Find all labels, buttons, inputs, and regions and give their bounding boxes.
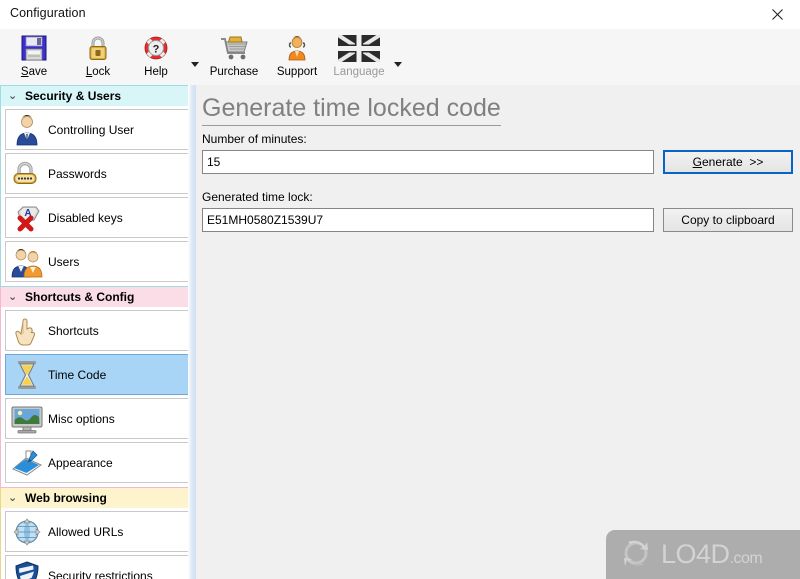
sidebar-item-label: Passwords: [48, 166, 107, 181]
sidebar-item-label: Misc options: [48, 411, 115, 426]
users-group-icon: [6, 244, 48, 280]
window-title: Configuration: [10, 6, 86, 20]
chevron-double-down-icon: ⌄: [8, 90, 18, 102]
sidebar-item-appearance[interactable]: Appearance: [5, 442, 191, 483]
sidebar-item-label: Users: [48, 254, 80, 269]
toolbar-button-lock[interactable]: Lock: [66, 31, 130, 83]
union-jack-flag-icon: [338, 32, 380, 64]
toolbar-button-language[interactable]: Language: [328, 31, 390, 83]
padlock-icon: [83, 32, 113, 64]
sidebar: ⌄ Security & Users Controlling User Pass…: [0, 85, 196, 579]
sidebar-group-web-browsing: ⌄ Web browsing Allowed URLs Security res…: [0, 488, 196, 579]
chevron-down-icon: [191, 61, 199, 67]
toolbar-button-help[interactable]: ? Help: [124, 31, 188, 83]
toolbar-label-help: Help: [144, 66, 168, 78]
sidebar-group-shortcuts-config: ⌄ Shortcuts & Config Shortcuts Time Code…: [0, 287, 196, 488]
globe-icon: [6, 514, 48, 550]
paint-book-icon: [6, 445, 48, 481]
shopping-cart-icon: [217, 32, 251, 64]
sidebar-item-allowed-urls[interactable]: Allowed URLs: [5, 511, 191, 552]
hourglass-icon: [6, 357, 48, 393]
generate-button-label: Generate >>: [692, 155, 764, 169]
sidebar-item-misc-options[interactable]: Misc options: [5, 398, 191, 439]
sidebar-item-label: Time Code: [48, 367, 107, 382]
title-bar: Configuration: [0, 0, 800, 30]
monitor-icon: [6, 401, 48, 437]
sidebar-right-edge: [188, 85, 196, 579]
toolbar-label-support: Support: [276, 66, 318, 78]
toolbar-dropdown-language[interactable]: [392, 31, 404, 83]
page-title: Generate time locked code: [202, 93, 501, 126]
sidebar-group-title: Security & Users: [25, 89, 122, 103]
pointing-hand-icon: [6, 313, 48, 349]
close-button[interactable]: [754, 0, 800, 29]
sidebar-item-time-code[interactable]: Time Code: [5, 354, 191, 395]
password-lock-icon: [6, 156, 48, 192]
toolbar-dropdown-help[interactable]: [189, 31, 201, 83]
support-person-icon: [282, 32, 312, 64]
sidebar-group-header-web-browsing[interactable]: ⌄ Web browsing: [1, 488, 195, 508]
sidebar-group-header-shortcuts-config[interactable]: ⌄ Shortcuts & Config: [1, 287, 195, 307]
disabled-key-icon: A: [6, 200, 48, 236]
toolbar-label-lock: Lock: [85, 66, 111, 78]
copy-to-clipboard-button[interactable]: Copy to clipboard: [663, 208, 793, 232]
sidebar-item-label: Shortcuts: [48, 323, 99, 338]
chevron-double-down-icon: ⌄: [8, 492, 18, 504]
sidebar-group-title: Web browsing: [25, 491, 107, 505]
sidebar-item-shortcuts[interactable]: Shortcuts: [5, 310, 191, 351]
sidebar-item-users[interactable]: Users: [5, 241, 191, 282]
shield-icon: [6, 558, 48, 579]
sidebar-item-security-restrictions[interactable]: Security restrictions: [5, 555, 191, 579]
toolbar-label-save: Save: [20, 66, 48, 78]
life-ring-help-icon: ?: [141, 32, 171, 64]
timelock-label: Generated time lock:: [202, 190, 313, 204]
sidebar-group-security-users: ⌄ Security & Users Controlling User Pass…: [0, 85, 196, 287]
sidebar-item-disabled-keys[interactable]: A Disabled keys: [5, 197, 191, 238]
sidebar-item-controlling-user[interactable]: Controlling User: [5, 109, 191, 150]
toolbar-button-purchase[interactable]: Purchase: [202, 31, 266, 83]
toolbar-button-support[interactable]: Support: [268, 31, 326, 83]
configuration-window: Configuration Save Lock ? Help Purchase …: [0, 0, 800, 579]
sidebar-item-label: Disabled keys: [48, 210, 123, 225]
sidebar-item-label: Allowed URLs: [48, 524, 124, 539]
sidebar-item-passwords[interactable]: Passwords: [5, 153, 191, 194]
minutes-label: Number of minutes:: [202, 132, 307, 146]
generate-button[interactable]: Generate >>: [663, 150, 793, 174]
toolbar-label-language: Language: [333, 66, 385, 78]
chevron-down-icon: [394, 61, 402, 67]
content-pane: Generate time locked code Number of minu…: [196, 85, 800, 579]
sidebar-item-label: Appearance: [48, 455, 113, 470]
toolbar: Save Lock ? Help Purchase Support Langua…: [0, 29, 800, 86]
watermark-lo4d: LO4D.com: [606, 530, 800, 579]
minutes-input[interactable]: [202, 150, 654, 174]
sidebar-item-label: Security restrictions: [48, 568, 153, 579]
watermark-text: LO4D.com: [661, 539, 763, 569]
lo4d-logo-icon: [616, 536, 656, 573]
user-tie-icon: [6, 112, 48, 148]
svg-text:?: ?: [153, 44, 160, 56]
chevron-double-down-icon: ⌄: [8, 291, 18, 303]
sidebar-group-title: Shortcuts & Config: [25, 290, 135, 304]
copy-button-label: Copy to clipboard: [681, 213, 775, 227]
floppy-disk-icon: [19, 32, 49, 64]
toolbar-button-save[interactable]: Save: [2, 31, 66, 83]
toolbar-label-purchase: Purchase: [209, 66, 259, 78]
sidebar-group-header-security-users[interactable]: ⌄ Security & Users: [1, 86, 195, 106]
timelock-input[interactable]: [202, 208, 654, 232]
close-icon: [771, 9, 783, 20]
sidebar-item-label: Controlling User: [48, 122, 135, 137]
